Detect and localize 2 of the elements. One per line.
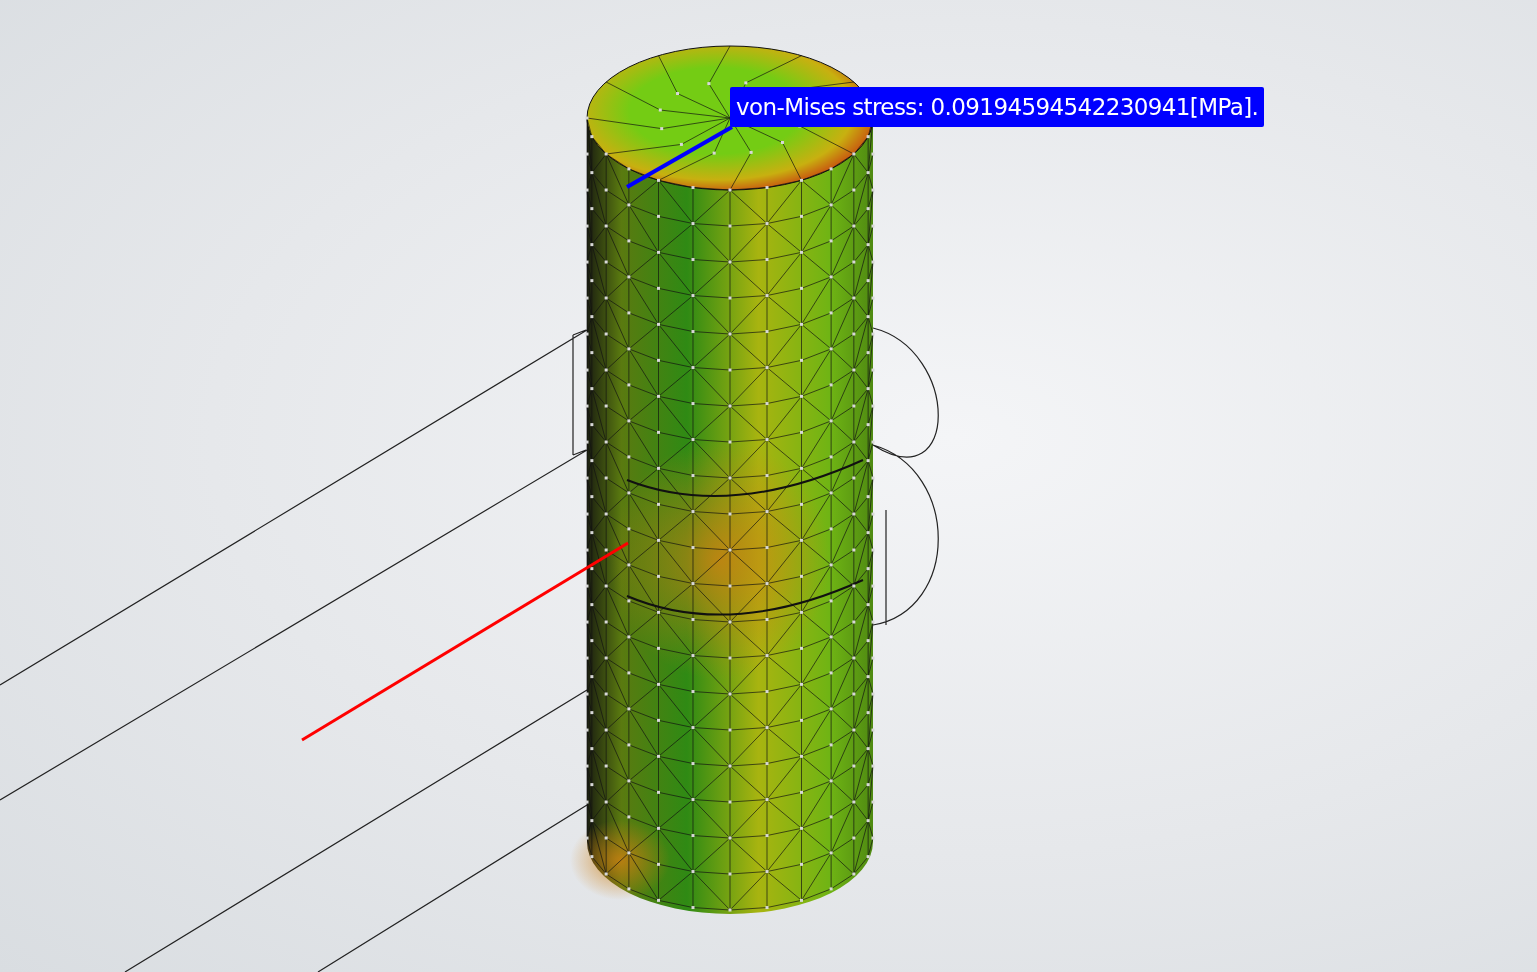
3d-viewport[interactable]: von-Mises stress: 0.09194594542230941[MPa]. (0, 0, 1537, 972)
stress-annotation-label: von-Mises stress: 0.09194594542230941[MPa]. (730, 87, 1265, 127)
